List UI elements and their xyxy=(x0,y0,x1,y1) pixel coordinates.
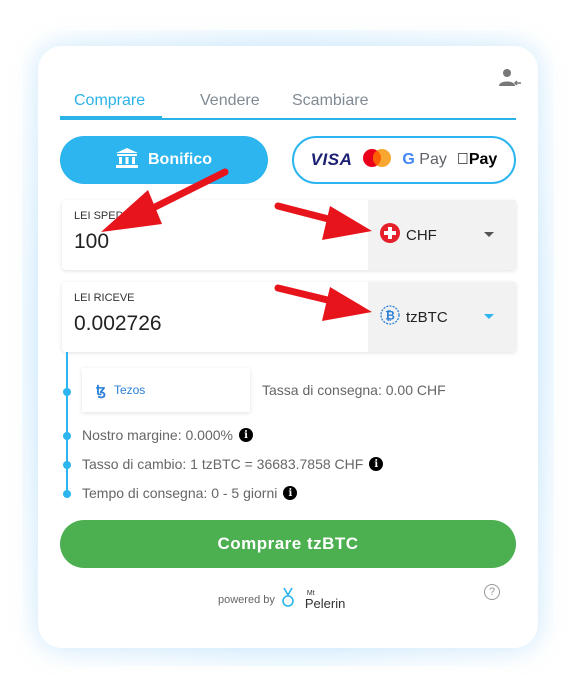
network-label: Tezos xyxy=(113,383,146,397)
buy-button[interactable]: Comprare tzBTC xyxy=(60,520,516,568)
receive-currency-code: tzBTC xyxy=(406,308,448,326)
margin-text: Nostro margine: 0.000% xyxy=(82,427,233,443)
bank-icon xyxy=(116,147,138,173)
send-currency-select[interactable]: CHF xyxy=(368,200,516,270)
receive-amount-value: 0.002726 xyxy=(74,312,162,335)
card-payment-button[interactable]: VISA G Pay Pay xyxy=(292,136,516,184)
network-selector[interactable]: ꜩ Tezos xyxy=(82,368,250,412)
delivery-time-text: Tempo di consegna: 0 - 5 giorni xyxy=(82,485,278,501)
bitcoin-icon: ₿ xyxy=(380,304,400,330)
info-icon[interactable]: i xyxy=(283,486,298,500)
timeline-dot xyxy=(63,461,71,469)
bank-transfer-button[interactable]: Bonifico xyxy=(60,136,268,184)
info-icon[interactable]: i xyxy=(369,457,384,471)
tab-comprare[interactable]: Comprare xyxy=(74,84,145,118)
chevron-down-icon xyxy=(484,232,494,237)
send-label: LEI SPED xyxy=(74,210,124,222)
send-currency-code: CHF xyxy=(406,226,437,244)
bank-transfer-label: Bonifico xyxy=(148,151,212,168)
margin-row: Nostro margine: 0.000% i xyxy=(82,427,253,443)
timeline-dot xyxy=(63,432,71,440)
receive-amount-field: LEI RICEVE 0.002726 ₿ tzBTC xyxy=(62,282,516,352)
widget-card: Comprare Vendere Scambiare Bonifico VISA… xyxy=(38,46,538,648)
tab-scambiare[interactable]: Scambiare xyxy=(292,84,368,118)
details-timeline xyxy=(66,352,68,494)
pelerin-brand: Mt Pelerin xyxy=(304,589,346,611)
apple-icon:  xyxy=(457,151,469,168)
mastercard-logo xyxy=(362,148,392,172)
swiss-flag-icon xyxy=(380,222,400,248)
google-pay-logo: G Pay xyxy=(402,151,447,168)
user-icon[interactable] xyxy=(498,66,522,90)
timeline-dot xyxy=(63,388,71,396)
tab-vendere[interactable]: Vendere xyxy=(200,84,260,118)
send-amount-input[interactable]: 100 xyxy=(74,230,109,254)
timeline-dot xyxy=(63,490,71,498)
svg-text:₿: ₿ xyxy=(385,308,395,322)
apple-pay-logo: Pay xyxy=(457,151,497,169)
send-amount-field: LEI SPED 100 CHF xyxy=(62,200,516,270)
chevron-down-icon xyxy=(484,314,494,319)
exchange-rate-text: Tasso di cambio: 1 tzBTC = 36683.7858 CH… xyxy=(82,456,364,472)
receive-currency-select[interactable]: ₿ tzBTC xyxy=(368,282,516,352)
active-tab-indicator xyxy=(60,116,162,120)
info-icon[interactable]: i xyxy=(238,428,253,442)
help-icon[interactable]: ? xyxy=(484,584,500,600)
delivery-fee: Tassa di consegna: 0.00 CHF xyxy=(262,382,446,398)
exchange-rate-row: Tasso di cambio: 1 tzBTC = 36683.7858 CH… xyxy=(82,456,384,472)
powered-by-text: powered by xyxy=(218,593,275,606)
visa-logo: VISA xyxy=(310,150,353,169)
delivery-time-row: Tempo di consegna: 0 - 5 giorni i xyxy=(82,485,298,501)
pelerin-logo-icon xyxy=(281,586,295,613)
receive-label: LEI RICEVE xyxy=(74,292,135,304)
tezos-icon: ꜩ xyxy=(96,381,106,398)
powered-by[interactable]: powered by Mt Pelerin xyxy=(218,586,345,613)
